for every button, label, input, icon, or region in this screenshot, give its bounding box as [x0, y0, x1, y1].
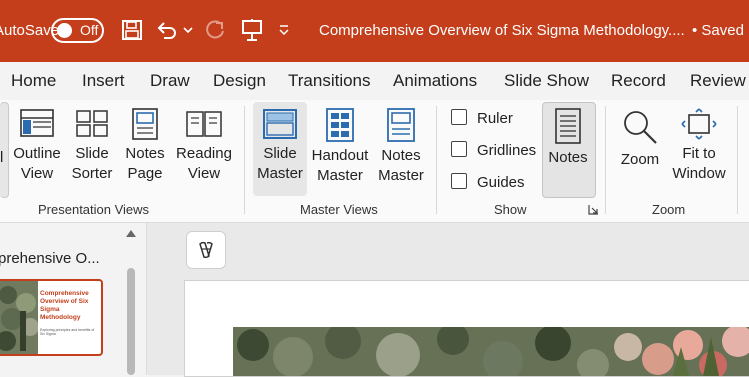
tab-transitions[interactable]: Transitions	[288, 71, 371, 91]
reading-view-button[interactable]: Reading View	[174, 108, 234, 184]
ribbon-tabs: Home Insert Draw Design Transitions Anim…	[0, 62, 749, 100]
fit-to-window-label-2: Window	[672, 165, 726, 182]
gridlines-checkbox[interactable]: Gridlines	[451, 141, 536, 159]
slide-sorter-button[interactable]: Slide Sorter	[68, 108, 116, 184]
thumbnail-slide-title: Comprehensive Overview of Six Sigma Meth…	[40, 290, 89, 321]
tab-home[interactable]: Home	[11, 71, 56, 91]
tab-design[interactable]: Design	[213, 71, 266, 91]
toggle-knob	[57, 23, 72, 38]
slide-photo[interactable]	[233, 327, 749, 376]
reading-view-label-1: Reading	[176, 145, 232, 162]
notes-master-label-1: Notes	[381, 147, 421, 164]
ruler-checkbox[interactable]: Ruler	[451, 109, 513, 127]
tab-draw[interactable]: Draw	[150, 71, 190, 91]
outline-view-label-2: View	[20, 165, 54, 182]
notes-page-icon	[132, 108, 158, 140]
ribbon: l Outline View Slide Sorter Notes Page R…	[0, 100, 749, 223]
group-separator	[436, 106, 437, 214]
outline-view-button[interactable]: Outline View	[10, 108, 64, 184]
slide-sorter-icon	[76, 110, 108, 137]
notes-button[interactable]: Notes	[542, 108, 594, 168]
tab-insert[interactable]: Insert	[82, 71, 125, 91]
redo-icon[interactable]	[203, 18, 227, 42]
tab-slide-show[interactable]: Slide Show	[504, 71, 589, 91]
slide-thumbnail-photo	[0, 281, 38, 354]
presentation-views-group-label: Presentation Views	[38, 202, 150, 217]
guides-label: Guides	[477, 174, 525, 191]
normal-view-label: l	[0, 149, 4, 166]
thumbnail-pane: prehensive O... Comprehensive Overview o…	[0, 223, 147, 375]
section-title[interactable]: prehensive O...	[0, 250, 100, 267]
zoom-icon	[624, 111, 657, 144]
handout-master-button[interactable]: Handout Master	[310, 108, 370, 186]
slide-thumbnail-1[interactable]: Comprehensive Overview of Six Sigma Meth…	[0, 279, 103, 356]
fit-to-window-button[interactable]: Fit to Window	[668, 108, 730, 184]
outline-view-icon	[20, 109, 54, 137]
outline-view-label-1: Outline	[13, 145, 61, 162]
tab-review[interactable]: Review	[690, 71, 746, 91]
tab-animations[interactable]: Animations	[393, 71, 477, 91]
zoom-label: Zoom	[620, 151, 660, 168]
slide-master-label-2: Master	[257, 165, 303, 182]
fit-to-window-icon	[681, 108, 717, 140]
thumbnail-slide-subtitle: Exploring principles and benefits of Six…	[40, 328, 95, 336]
gridlines-label: Gridlines	[477, 142, 537, 159]
slide-sorter-label-1: Slide	[75, 145, 109, 162]
group-separator	[244, 106, 245, 214]
dialog-launcher-icon[interactable]	[588, 204, 599, 215]
scroll-up-icon[interactable]	[125, 228, 137, 238]
tab-record[interactable]: Record	[611, 71, 666, 91]
save-icon[interactable]	[121, 19, 143, 41]
notes-master-label-2: Master	[378, 167, 424, 184]
show-group-label: Show	[494, 202, 527, 217]
fit-to-window-label-1: Fit to	[682, 145, 716, 162]
customize-icon[interactable]	[278, 24, 290, 36]
present-icon[interactable]	[241, 18, 263, 42]
copilot-button[interactable]	[186, 231, 226, 269]
handout-master-icon	[326, 108, 354, 142]
autosave-state: Off	[80, 22, 99, 38]
gridlines-checkbox-box[interactable]	[451, 141, 467, 157]
slide-sorter-label-2: Sorter	[71, 165, 113, 182]
saved-status: • Saved	[692, 22, 744, 39]
zoom-button[interactable]: Zoom	[614, 108, 666, 170]
undo-icon[interactable]	[155, 18, 179, 42]
copilot-icon	[199, 241, 213, 259]
notes-master-button[interactable]: Notes Master	[374, 108, 428, 186]
notes-page-label-2: Page	[127, 165, 163, 182]
notes-icon	[555, 108, 581, 144]
handout-master-label-1: Handout	[311, 147, 369, 164]
master-views-group-label: Master Views	[300, 202, 378, 217]
title-bar: AutoSave Off Comprehensive Overview of S…	[0, 0, 749, 62]
ruler-checkbox-box[interactable]	[451, 109, 467, 125]
undo-dropdown-icon[interactable]	[183, 26, 193, 34]
slide-canvas[interactable]	[184, 280, 749, 377]
thumbnail-scrollbar-thumb[interactable]	[127, 268, 135, 375]
reading-view-icon	[186, 111, 222, 137]
zoom-group-label: Zoom	[652, 202, 686, 217]
slide-master-button[interactable]: Slide Master	[253, 108, 307, 184]
document-title: Comprehensive Overview of Six Sigma Meth…	[319, 22, 685, 39]
notes-page-label-1: Notes	[125, 145, 165, 162]
notes-page-button[interactable]: Notes Page	[121, 108, 169, 184]
reading-view-label-2: View	[187, 165, 221, 182]
slide-master-label-1: Slide	[263, 145, 297, 162]
notes-master-icon	[387, 108, 415, 142]
ruler-label: Ruler	[477, 110, 513, 127]
guides-checkbox[interactable]: Guides	[451, 173, 525, 191]
group-separator	[737, 106, 738, 214]
handout-master-label-2: Master	[317, 167, 363, 184]
slide-master-icon	[263, 109, 297, 139]
notes-label: Notes	[548, 149, 588, 166]
autosave-toggle[interactable]: Off	[51, 18, 104, 43]
guides-checkbox-box[interactable]	[451, 173, 467, 189]
group-separator	[605, 106, 606, 214]
